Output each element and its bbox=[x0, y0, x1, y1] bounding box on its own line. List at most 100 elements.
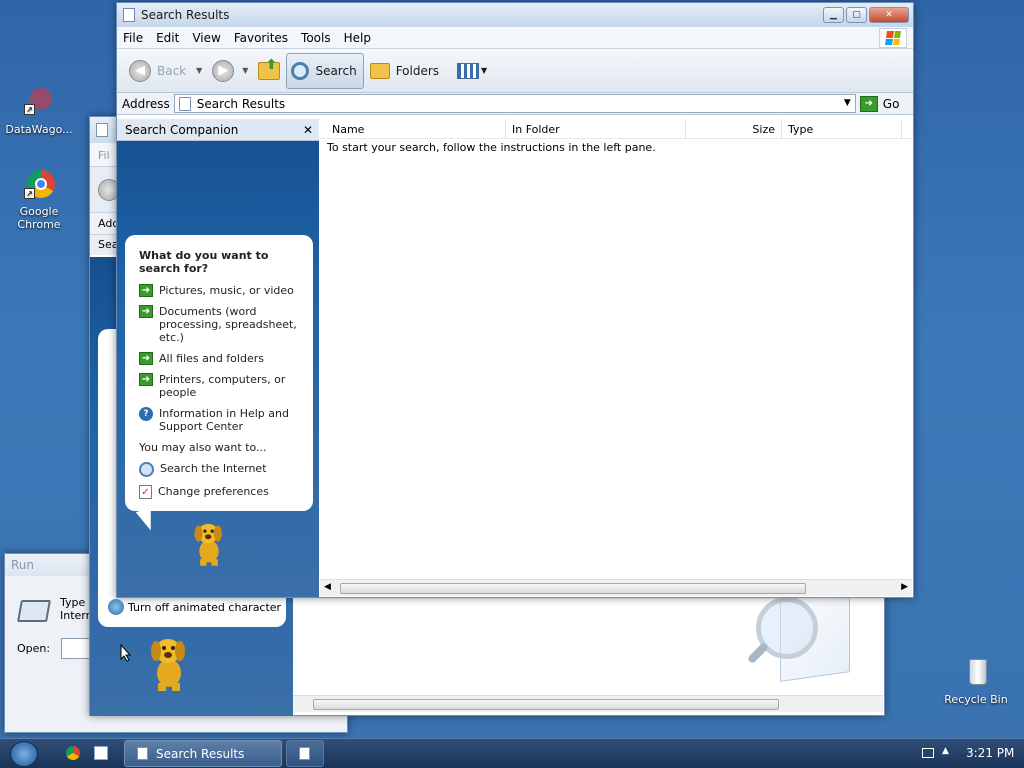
also-want-label: You may also want to... bbox=[139, 441, 267, 454]
close-button[interactable]: ✕ bbox=[869, 7, 909, 23]
taskbar-second-window[interactable] bbox=[286, 740, 324, 767]
window-title: Search Results bbox=[141, 8, 230, 22]
window-titlebar: Search Results ▁ ▢ ✕ bbox=[117, 3, 913, 27]
clock[interactable]: 3:21 PM bbox=[966, 746, 1014, 760]
scroll-right-icon[interactable]: ▶ bbox=[901, 582, 908, 592]
toolbar: ◀ Back ▼ ▶ ▼ ⬆ Search Folders ▼ bbox=[117, 49, 913, 93]
option-all-files[interactable]: ➜ All files and folders bbox=[139, 352, 301, 365]
menu-edit[interactable]: Edit bbox=[156, 31, 179, 45]
views-button[interactable]: ▼ bbox=[453, 53, 491, 89]
mouse-cursor-icon bbox=[120, 643, 132, 665]
option-printers[interactable]: ➜ Printers, computers, or people bbox=[139, 373, 301, 399]
back-arrow-icon: ◀ bbox=[129, 59, 151, 82]
views-grid-icon bbox=[457, 62, 480, 79]
go-button[interactable]: ➜ Go bbox=[859, 95, 899, 112]
option-label: Information in Help and Support Center bbox=[159, 407, 289, 433]
keyboard-icon[interactable] bbox=[922, 748, 934, 758]
companion-close-icon[interactable]: ✕ bbox=[303, 123, 313, 137]
start-button[interactable] bbox=[10, 741, 38, 767]
search-label: Search bbox=[315, 63, 357, 78]
desktop-icon-chrome[interactable]: ↗ Google Chrome bbox=[3, 168, 75, 231]
menu-favorites[interactable]: Favorites bbox=[234, 31, 288, 45]
address-bar: Address Search Results ▼ ➜ Go bbox=[117, 93, 913, 115]
globe-icon bbox=[108, 599, 124, 615]
minimize-button[interactable]: ▁ bbox=[823, 7, 844, 23]
column-name[interactable]: Name bbox=[326, 119, 506, 139]
explorer-taskbar-icon[interactable] bbox=[94, 746, 108, 760]
arrow-right-icon: ➜ bbox=[139, 305, 153, 318]
empty-results-message: To start your search, follow the instruc… bbox=[327, 141, 656, 154]
forward-button[interactable]: ▶ ▼ bbox=[208, 53, 252, 89]
scroll-left-icon[interactable]: ◀ bbox=[324, 582, 331, 592]
option-change-preferences[interactable]: ✓ Change preferences bbox=[139, 485, 301, 499]
folders-label: Folders bbox=[395, 63, 440, 78]
window-app-icon bbox=[123, 8, 135, 22]
back-dropdown-icon[interactable]: ▼ bbox=[196, 66, 202, 75]
companion-header: Search Companion ✕ bbox=[117, 119, 319, 141]
address-value: Search Results bbox=[196, 96, 286, 111]
desktop-icon-label: DataWago... bbox=[5, 123, 73, 136]
back-label: Back bbox=[157, 63, 187, 78]
address-input[interactable]: Search Results ▼ bbox=[173, 94, 856, 113]
column-size[interactable]: Size bbox=[686, 119, 782, 139]
column-type[interactable]: Type bbox=[782, 119, 902, 139]
views-dropdown-icon: ▼ bbox=[481, 66, 488, 75]
companion-title: Search Companion bbox=[125, 122, 239, 137]
run-program-icon bbox=[17, 600, 51, 622]
tray-expand-icon[interactable]: ▲ bbox=[942, 746, 949, 756]
windows-logo-icon bbox=[879, 27, 907, 48]
folders-button[interactable]: Folders bbox=[366, 53, 443, 89]
menu-bar: File Edit View Favorites Tools Help bbox=[117, 27, 913, 49]
desktop-icon-recycle-bin[interactable]: Recycle Bin bbox=[940, 656, 1012, 706]
menu-help[interactable]: Help bbox=[344, 31, 371, 45]
help-icon: ? bbox=[139, 407, 153, 421]
search-companion-pane: Search Companion ✕ What do you want to s… bbox=[117, 119, 319, 597]
results-list: Name In Folder Size Type To start your s… bbox=[320, 119, 912, 579]
go-arrow-icon: ➜ bbox=[859, 95, 878, 112]
maximize-button[interactable]: ▢ bbox=[846, 7, 867, 23]
back-hscroll[interactable] bbox=[293, 695, 883, 712]
address-label: Address bbox=[122, 96, 170, 111]
arrow-right-icon: ➜ bbox=[139, 352, 153, 365]
option-pictures[interactable]: ➜ Pictures, music, or video bbox=[139, 284, 301, 297]
chrome-icon: ↗ bbox=[22, 168, 56, 202]
turn-off-character-link: Turn off animated character bbox=[128, 600, 282, 614]
option-label: Printers, computers, or people bbox=[159, 373, 286, 399]
desktop-icon-datawago[interactable]: ↗ DataWago... bbox=[3, 86, 75, 136]
folders-icon bbox=[369, 62, 390, 79]
run-open-label: Open: bbox=[17, 642, 51, 655]
option-search-internet[interactable]: Search the Internet bbox=[139, 462, 301, 477]
run-text: Type Intern bbox=[60, 596, 93, 622]
rover-dog-icon[interactable] bbox=[146, 633, 192, 698]
search-button[interactable]: Search bbox=[286, 52, 364, 89]
folder-up-icon: ⬆ bbox=[258, 57, 281, 80]
forward-arrow-icon: ▶ bbox=[212, 59, 235, 82]
option-label: Documents (word processing, spreadsheet,… bbox=[159, 305, 297, 344]
desktop-icon-label: Google Chrome bbox=[17, 205, 61, 231]
forward-dropdown-icon[interactable]: ▼ bbox=[242, 66, 248, 75]
arrow-right-icon: ➜ bbox=[139, 373, 153, 386]
back-button[interactable]: ◀ Back ▼ bbox=[125, 53, 206, 89]
search-magnifier-icon bbox=[291, 61, 310, 80]
menu-view[interactable]: View bbox=[192, 31, 220, 45]
address-dropdown-icon[interactable]: ▼ bbox=[844, 98, 851, 108]
search-companion-bubble: What do you want to search for? ➜ Picture… bbox=[125, 235, 313, 511]
datawago-icon: ↗ bbox=[22, 86, 56, 120]
menu-file[interactable]: File bbox=[123, 31, 143, 45]
option-documents[interactable]: ➜ Documents (word processing, spreadsheet… bbox=[139, 305, 301, 344]
up-folder-button[interactable]: ⬆ bbox=[254, 53, 284, 89]
rover-dog-icon[interactable] bbox=[189, 519, 229, 572]
column-in-folder[interactable]: In Folder bbox=[506, 119, 686, 139]
back-turn-off-row[interactable]: Turn off animated character bbox=[108, 599, 281, 615]
option-help[interactable]: ? Information in Help and Support Center bbox=[139, 407, 301, 433]
recycle-bin-icon bbox=[959, 656, 993, 690]
search-results-window: Search Results ▁ ▢ ✕ File Edit View Favo… bbox=[116, 2, 914, 598]
back-scroll-thumb[interactable] bbox=[313, 699, 779, 710]
chrome-taskbar-icon[interactable] bbox=[66, 746, 80, 760]
companion-question: What do you want to search for? bbox=[139, 249, 269, 275]
taskbar-window-label: Search Results bbox=[156, 746, 245, 761]
menu-tools[interactable]: Tools bbox=[301, 31, 331, 45]
results-hscroll[interactable]: ◀ ▶ bbox=[320, 579, 912, 596]
results-scroll-thumb[interactable] bbox=[340, 583, 806, 594]
taskbar-search-results[interactable]: Search Results bbox=[124, 740, 282, 767]
